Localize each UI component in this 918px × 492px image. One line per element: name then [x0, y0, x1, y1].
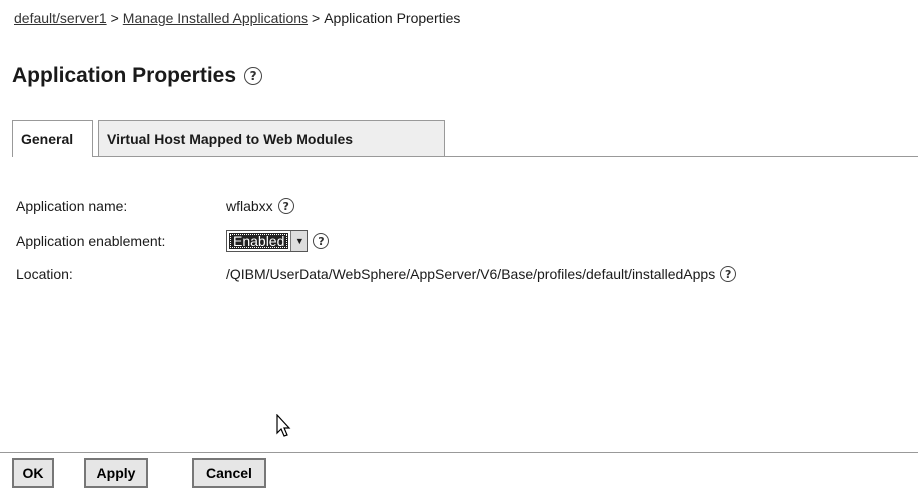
breadcrumb-separator: >	[110, 10, 119, 26]
location-label: Location:	[16, 266, 73, 282]
enablement-select[interactable]: Enabled ▼	[226, 230, 309, 252]
field-row-enablement: Application enablement: Enabled ▼ ?	[16, 230, 330, 252]
tab-bar: General Virtual Host Mapped to Web Modul…	[12, 120, 918, 157]
help-icon[interactable]: ?	[244, 67, 263, 85]
help-icon[interactable]: ?	[313, 233, 330, 249]
breadcrumb: default/server1 > Manage Installed Applica…	[14, 10, 460, 26]
enablement-label: Application enablement:	[16, 233, 166, 249]
help-icon[interactable]: ?	[277, 198, 294, 214]
tab-general[interactable]: General	[12, 120, 93, 157]
page-title: Application Properties	[12, 64, 237, 87]
mouse-pointer-icon	[276, 414, 291, 437]
page-title-container: Application Properties ?	[12, 64, 263, 88]
breadcrumb-link-manage-apps[interactable]: Manage Installed Applications	[123, 10, 308, 26]
location-value: /QIBM/UserData/WebSphere/AppServer/V6/Ba…	[226, 266, 716, 282]
field-row-location: Location: /QIBM/UserData/WebSphere/AppSe…	[16, 266, 737, 282]
ok-button[interactable]: OK	[12, 458, 54, 488]
cancel-button[interactable]: Cancel	[192, 458, 266, 488]
enablement-selected-value: Enabled	[229, 233, 289, 249]
breadcrumb-link-server[interactable]: default/server1	[14, 10, 107, 26]
app-name-label: Application name:	[16, 198, 128, 214]
app-name-value: wflabxx	[226, 198, 273, 214]
field-row-app-name: Application name: wflabxx ?	[16, 198, 294, 214]
breadcrumb-separator: >	[312, 10, 321, 26]
breadcrumb-current: Application Properties	[324, 10, 461, 26]
tab-virtual-host[interactable]: Virtual Host Mapped to Web Modules	[98, 120, 445, 156]
footer-divider	[0, 452, 918, 453]
help-icon[interactable]: ?	[720, 266, 737, 282]
apply-button[interactable]: Apply	[84, 458, 148, 488]
chevron-down-icon[interactable]: ▼	[290, 231, 308, 251]
